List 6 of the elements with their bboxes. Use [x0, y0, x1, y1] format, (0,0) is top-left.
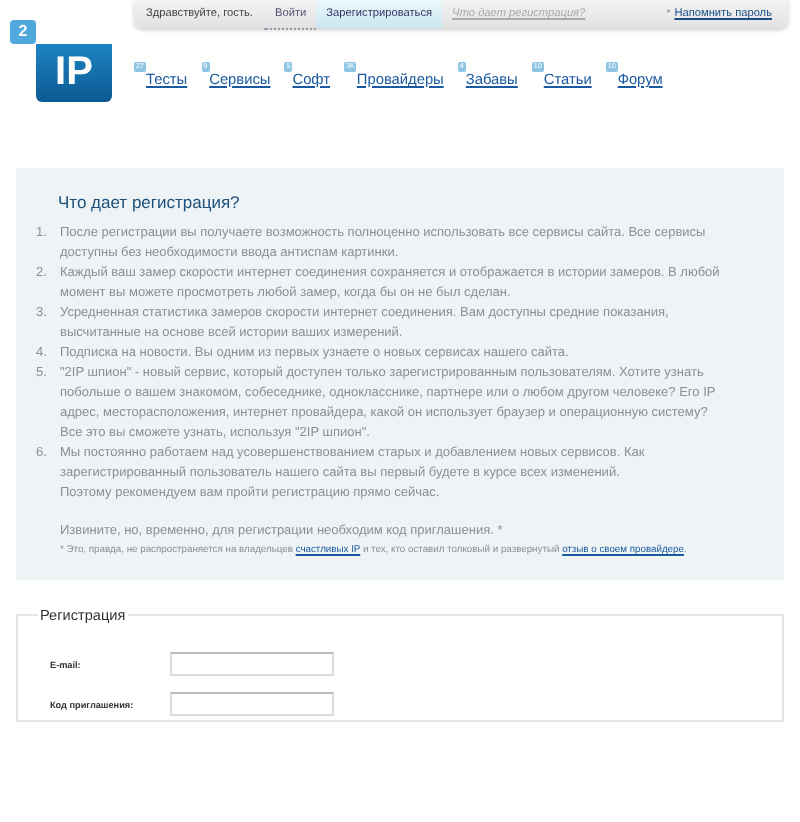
input-field[interactable]	[170, 652, 334, 676]
logo-text: IP	[36, 44, 112, 102]
logo-badge: 2	[10, 20, 36, 44]
info-title: Что дает регистрация?	[58, 192, 242, 212]
input-field[interactable]	[170, 692, 334, 716]
logo-icon[interactable]: 2 IP	[10, 20, 106, 108]
